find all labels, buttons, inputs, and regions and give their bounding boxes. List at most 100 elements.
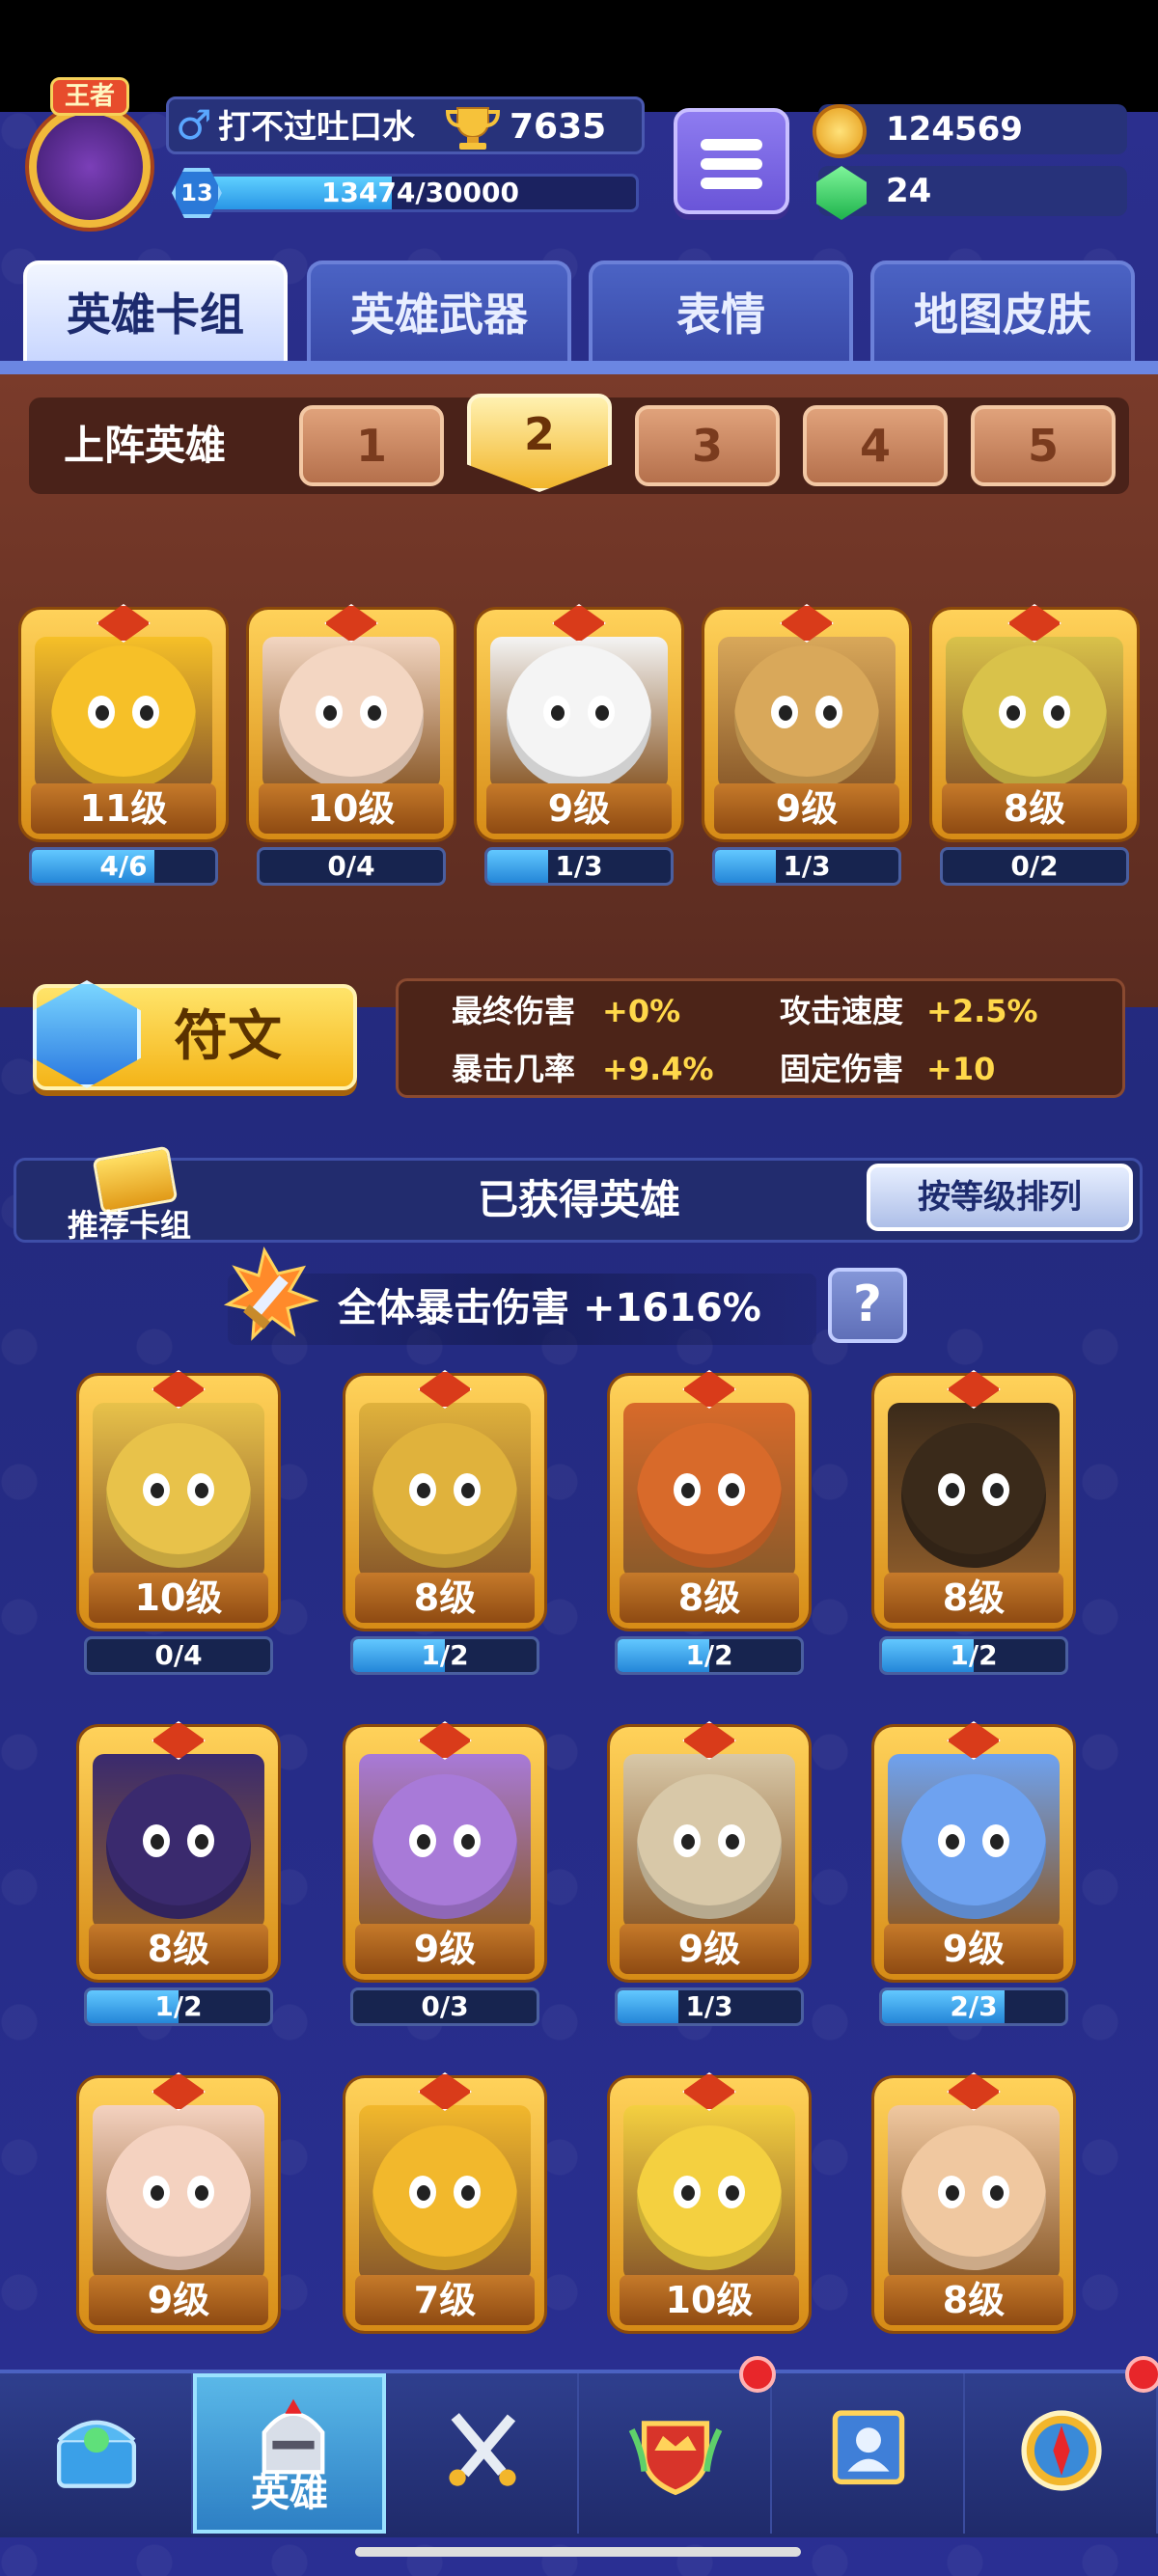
hero-card[interactable]: 10级 (79, 1370, 278, 1629)
hero-face (372, 2125, 517, 2270)
nav-label: 英雄 (251, 2471, 328, 2515)
progress-text: 1/2 (154, 1990, 203, 2022)
hero-card-progress: 0/4 (257, 847, 446, 886)
tab-underline (0, 361, 1158, 374)
hero-eye (938, 1824, 965, 1857)
hero-eye (674, 1824, 701, 1857)
hero-card[interactable]: 8级 (610, 1370, 809, 1629)
progress-text: 0/4 (327, 850, 375, 882)
hero-level: 10级 (259, 783, 444, 834)
nav-item-5[interactable] (772, 2373, 965, 2534)
deck-slot-1[interactable]: 1 (299, 405, 444, 486)
crit-damage-label: 全体暴击伤害 (338, 1286, 569, 1330)
treasure-chest-icon (56, 2420, 137, 2488)
hero-card[interactable]: 8级 (874, 2072, 1073, 2331)
menu-line-icon (701, 178, 762, 189)
hero-portrait (623, 1754, 795, 1930)
hero-level: 8级 (89, 1924, 268, 1974)
hero-eye (454, 1824, 481, 1857)
recommend-deck-label[interactable]: 推荐卡组 (68, 1206, 191, 1245)
hero-eye (718, 1473, 745, 1506)
menu-button[interactable] (674, 108, 789, 214)
menu-line-icon (701, 139, 762, 151)
hero-card[interactable]: 9级 (477, 604, 681, 839)
nav-item-1[interactable] (0, 2373, 193, 2534)
stat-fixed-damage-value: +10 (926, 1051, 996, 1087)
hero-card[interactable]: 10级 (249, 604, 454, 839)
tab-hero-weapons[interactable]: 英雄武器 (307, 260, 571, 363)
hero-eye (187, 2176, 214, 2208)
hero-card-progress: 0/4 (84, 1636, 273, 1675)
tab-hero-deck[interactable]: 英雄卡组 (23, 260, 288, 363)
hero-card[interactable]: 9级 (704, 604, 909, 839)
hero-level: 8级 (884, 1573, 1063, 1623)
hero-face (901, 1423, 1046, 1568)
hero-card[interactable]: 8级 (345, 1370, 544, 1629)
hero-card-progress: 0/3 (350, 1987, 539, 2026)
stat-final-damage-label: 最终伤害 (452, 993, 576, 1029)
hero-card[interactable]: 9级 (610, 1721, 809, 1980)
deck-slot-5[interactable]: 5 (971, 405, 1116, 486)
progress-text: 4/6 (99, 850, 148, 882)
progress-fill (715, 850, 776, 883)
hero-card[interactable]: 8级 (874, 1370, 1073, 1629)
hero-face (901, 1774, 1046, 1919)
hero-card-progress: 1/3 (615, 1987, 804, 2026)
nav-item-4[interactable] (579, 2373, 772, 2534)
nav-item-3[interactable] (386, 2373, 579, 2534)
hero-face (106, 1774, 251, 1919)
team-board-icon (832, 2410, 905, 2485)
hero-portrait (35, 637, 212, 789)
hero-portrait (623, 2105, 795, 2281)
hero-card-progress: 1/3 (484, 847, 674, 886)
tab-map-skins[interactable]: 地图皮肤 (870, 260, 1135, 363)
hero-face (962, 645, 1107, 789)
hero-portrait (490, 637, 668, 789)
hero-portrait (359, 2105, 531, 2281)
player-avatar[interactable]: 王者 (8, 77, 172, 232)
hero-card-progress: 2/3 (879, 1987, 1068, 2026)
crossed-swords-icon (449, 2413, 516, 2486)
progress-fill (487, 850, 548, 883)
hero-eye (674, 1473, 701, 1506)
hero-card[interactable]: 8级 (79, 1721, 278, 1980)
hero-card[interactable]: 9级 (79, 2072, 278, 2331)
hero-card[interactable]: 10级 (610, 2072, 809, 2331)
hero-face (734, 645, 879, 789)
hero-card-progress: 1/2 (879, 1636, 1068, 1675)
deck-slot-4[interactable]: 4 (803, 405, 948, 486)
crit-damage-value: +1616% (582, 1286, 761, 1330)
hero-eye (771, 696, 798, 728)
hero-card[interactable]: 9级 (874, 1721, 1073, 1980)
hero-eye (143, 1473, 170, 1506)
coin-count: 124569 (886, 110, 1023, 149)
hero-card[interactable]: 7级 (345, 2072, 544, 2331)
tab-emotes[interactable]: 表情 (589, 260, 853, 363)
hero-portrait (359, 1403, 531, 1578)
crit-damage-text: 全体暴击伤害 +1616% (338, 1281, 761, 1335)
hero-level: 9级 (355, 1924, 535, 1974)
avatar-portrait (29, 106, 151, 228)
stat-fixed-damage-label: 固定伤害 (780, 1051, 904, 1087)
hero-level: 8级 (884, 2275, 1063, 2325)
hero-level: 8级 (355, 1573, 535, 1623)
sort-by-level-button[interactable]: 按等级排列 (867, 1164, 1133, 1231)
xp-text: 13474/30000 (320, 177, 519, 208)
help-button[interactable]: ? (828, 1268, 907, 1343)
hero-eye (187, 1473, 214, 1506)
hero-eye (360, 696, 387, 728)
hero-card[interactable]: 8级 (932, 604, 1137, 839)
hero-card[interactable]: 11级 (21, 604, 226, 839)
hero-portrait (888, 2105, 1060, 2281)
hero-eye (718, 1824, 745, 1857)
hero-eye (543, 696, 570, 728)
progress-text: 0/3 (421, 1990, 469, 2022)
hero-eye (187, 1824, 214, 1857)
hero-level: 9级 (714, 783, 899, 834)
hero-card-progress: 4/6 (29, 847, 218, 886)
hero-card[interactable]: 9级 (345, 1721, 544, 1980)
hero-portrait (623, 1403, 795, 1578)
deck-slot-3[interactable]: 3 (635, 405, 780, 486)
nav-item-6[interactable] (965, 2373, 1158, 2534)
nav-item-2[interactable]: 英雄 (193, 2373, 386, 2534)
